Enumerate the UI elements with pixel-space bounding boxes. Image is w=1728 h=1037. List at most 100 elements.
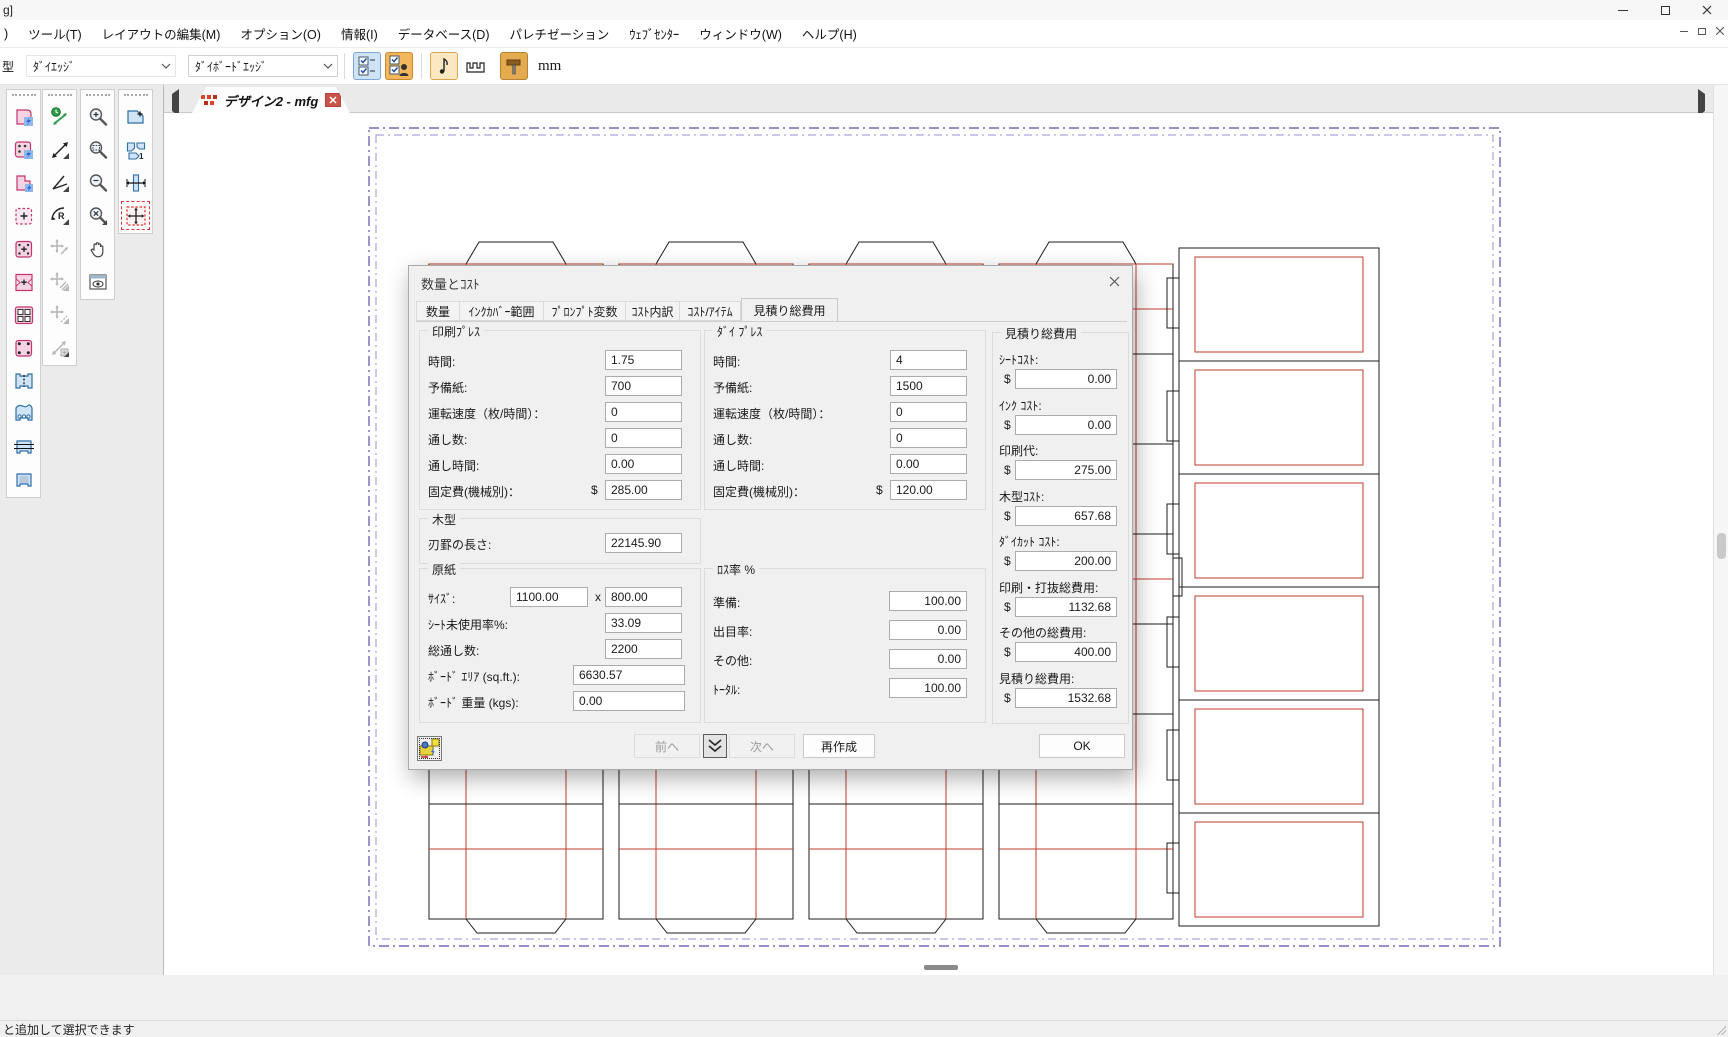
tab-estimated-total[interactable]: 見積り総費用 (741, 298, 838, 321)
group-shapes-button[interactable]: 1 (122, 136, 149, 163)
spare-sheets-field[interactable]: 1500 (890, 376, 967, 396)
prev-button[interactable]: 前へ (634, 734, 700, 758)
sheet-height-field[interactable]: 800.00 (605, 587, 682, 607)
total-waste-field[interactable]: 100.00 (889, 678, 967, 698)
dialog-titlebar[interactable]: 数量とｺｽﾄ (409, 266, 1132, 296)
regenerate-button[interactable]: 再作成 (803, 734, 875, 758)
split-panel-button[interactable] (10, 433, 37, 460)
sheet-unused-field[interactable]: 33.09 (605, 613, 682, 633)
printing-cost-field[interactable]: 275.00 (1015, 460, 1117, 480)
spare-sheets-field[interactable]: 700 (605, 376, 682, 396)
toolbar-grip[interactable] (124, 94, 148, 96)
partial-copy-button[interactable] (10, 169, 37, 196)
board-area-field[interactable]: 6630.57 (573, 665, 685, 685)
fixed-cost-field[interactable]: 285.00 (605, 480, 682, 500)
perforation-panel-button[interactable] (10, 400, 37, 427)
tab-cost-breakdown[interactable]: ｺｽﾄ内訳 (626, 301, 680, 321)
bridge-button[interactable] (462, 52, 490, 80)
document-tab[interactable]: デザイン2 - mfg (192, 87, 350, 113)
mdi-minimize-icon[interactable] (1680, 31, 1688, 32)
jump-last-button[interactable] (703, 734, 727, 758)
measure-width-button[interactable] (122, 169, 149, 196)
toolbar-grip[interactable] (86, 94, 110, 96)
mdi-restore-icon[interactable] (1698, 28, 1706, 35)
tab-scroll-right-button[interactable] (1698, 94, 1705, 112)
sheet-extents-button[interactable] (122, 202, 149, 229)
angle-button[interactable] (46, 169, 73, 196)
zoom-extents-button[interactable] (84, 202, 111, 229)
menu-item-palletization[interactable]: パレチゼーション (500, 19, 620, 48)
maximize-button[interactable] (1644, 0, 1686, 20)
press-settings-button[interactable] (417, 736, 442, 761)
tab-close-icon[interactable] (325, 93, 341, 107)
place-points-button[interactable] (10, 235, 37, 262)
place-dashed-button[interactable] (10, 202, 37, 229)
pan-button[interactable] (84, 235, 111, 262)
panel-divider-button[interactable] (10, 367, 37, 394)
setup-waste-field[interactable]: 100.00 (889, 591, 967, 611)
radius-button[interactable]: R (46, 202, 73, 229)
die-cut-cost-field[interactable]: 200.00 (1015, 551, 1117, 571)
grid-array-button[interactable] (10, 301, 37, 328)
pass-hours-field[interactable]: 0.00 (605, 454, 682, 474)
resize-grip[interactable] (1716, 1025, 1726, 1035)
menu-item-tools[interactable]: ツール(T) (18, 19, 91, 48)
move-copy-points-button[interactable] (10, 136, 37, 163)
passes-field[interactable]: 0 (605, 428, 682, 448)
menu-item-info[interactable]: 情報(I) (331, 19, 388, 48)
minimize-button[interactable] (1602, 0, 1644, 20)
zoom-window-button[interactable] (84, 136, 111, 163)
die-board-cost-field[interactable]: 657.68 (1015, 506, 1117, 526)
pin-button[interactable] (500, 52, 528, 80)
move-distort-button[interactable] (46, 301, 73, 328)
rule-length-field[interactable]: 22145.90 (605, 533, 682, 553)
measure-time-button[interactable] (46, 103, 73, 130)
hours-field[interactable]: 1.75 (605, 350, 682, 370)
fixed-cost-field[interactable]: 120.00 (890, 480, 967, 500)
hours-field[interactable]: 4 (890, 350, 967, 370)
tab-ink-coverage[interactable]: ｲﾝｸｶﾊﾞｰ範囲 (460, 301, 544, 321)
zoom-in-button[interactable] (84, 103, 111, 130)
vertical-scrollbar[interactable] (1713, 85, 1728, 975)
ink-cost-field[interactable]: 0.00 (1015, 415, 1117, 435)
stretch-button[interactable] (46, 136, 73, 163)
move-diagonal-button[interactable] (46, 268, 73, 295)
tab-prompt-vars[interactable]: ﾌﾟﾛﾝﾌﾟﾄ変数 (544, 301, 626, 321)
total-passes-field[interactable]: 2200 (605, 639, 682, 659)
nest-shapes-button[interactable] (10, 268, 37, 295)
vertical-scrollbar-thumb[interactable] (1717, 533, 1726, 559)
menu-item-database[interactable]: データベース(D) (388, 19, 500, 48)
toolbar-grip[interactable] (12, 94, 36, 96)
menu-item-layout-edit[interactable]: レイアウトの編集(M) (92, 19, 231, 48)
preview-window-button[interactable] (84, 268, 111, 295)
menu-item-webcenter[interactable]: ｳｪﾌﾞｾﾝﾀｰ (619, 19, 689, 48)
move-horizontal-button[interactable] (46, 235, 73, 262)
close-button[interactable] (1686, 0, 1728, 20)
yield-waste-field[interactable]: 0.00 (889, 620, 967, 640)
move-auto-button[interactable] (46, 334, 73, 361)
note-button[interactable] (430, 52, 458, 80)
pass-hours-field[interactable]: 0.00 (890, 454, 967, 474)
layers-user-check-button[interactable] (385, 52, 413, 80)
passes-field[interactable]: 0 (890, 428, 967, 448)
menu-item-partial[interactable]: ) (0, 22, 18, 46)
layers-check-button[interactable] (353, 52, 381, 80)
other-total-field[interactable]: 400.00 (1015, 642, 1117, 662)
toolbar-grip[interactable] (48, 94, 72, 96)
run-speed-field[interactable]: 0 (605, 402, 682, 422)
tab-scroll-left-button[interactable] (172, 94, 179, 112)
sheet-width-field[interactable]: 1100.00 (510, 587, 588, 607)
other-waste-field[interactable]: 0.00 (889, 649, 967, 669)
tab-quantity[interactable]: 数量 (416, 301, 460, 321)
ok-button[interactable]: OK (1039, 734, 1125, 758)
die-board-edge-combo[interactable]: ﾀﾞｲﾎﾞｰﾄﾞｴｯｼﾞ (188, 55, 338, 77)
estimated-total-field[interactable]: 1532.68 (1015, 688, 1117, 708)
menu-item-options[interactable]: オプション(O) (230, 19, 331, 48)
filled-panel-button[interactable] (10, 466, 37, 493)
run-speed-field[interactable]: 0 (890, 402, 967, 422)
die-edge-combo[interactable]: ﾀﾞｲｴｯｼﾞ (26, 55, 176, 77)
zoom-out-button[interactable] (84, 169, 111, 196)
menu-item-help[interactable]: ヘルプ(H) (792, 19, 867, 48)
add-shape-button[interactable] (122, 103, 149, 130)
sheet-cost-field[interactable]: 0.00 (1015, 369, 1117, 389)
